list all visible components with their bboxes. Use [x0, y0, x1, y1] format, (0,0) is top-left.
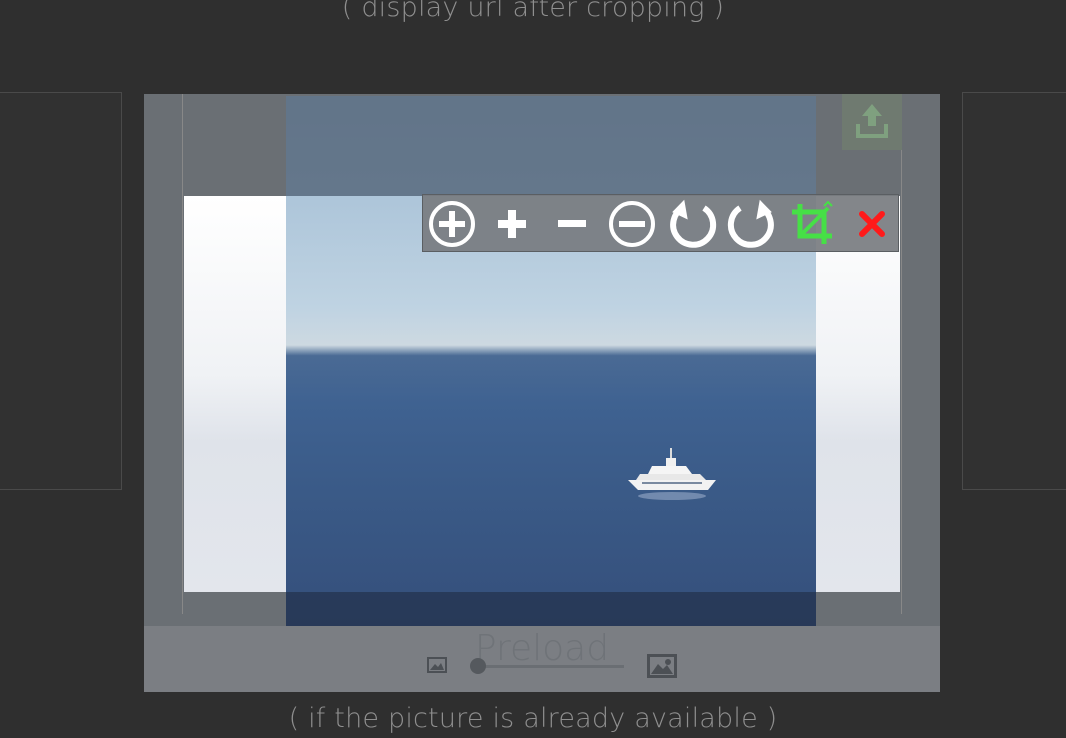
zoom-slider-track[interactable] — [474, 665, 624, 668]
image-cropper-modal: Preload — [144, 94, 940, 692]
rotate-left-button[interactable] — [663, 195, 721, 253]
rotate-right-button[interactable] — [723, 195, 781, 253]
caption-display-url: ( display url after cropping ) — [341, 0, 725, 23]
upload-button[interactable] — [842, 94, 902, 150]
zoom-out-button[interactable] — [603, 195, 661, 253]
zoom-slider-handle[interactable] — [470, 658, 486, 674]
crop-button[interactable] — [783, 195, 841, 253]
crop-confirm-icon — [792, 200, 833, 244]
zoom-in-circle-icon — [429, 201, 475, 247]
rotate-right-icon — [727, 199, 774, 248]
minus-button[interactable] — [543, 195, 601, 253]
minus-icon — [558, 220, 586, 227]
right-panel — [962, 92, 1066, 490]
rotate-left-icon — [670, 199, 717, 248]
crop-mask-top — [286, 96, 816, 196]
cropper-toolbar — [422, 194, 899, 252]
large-image-icon[interactable] — [647, 654, 677, 678]
zoom-out-circle-icon — [609, 201, 655, 247]
plus-button[interactable] — [483, 195, 541, 253]
left-panel — [0, 92, 122, 490]
preload-label: Preload — [474, 628, 610, 669]
plus-icon — [498, 210, 526, 238]
close-icon — [859, 211, 885, 237]
crop-mask-bottom — [286, 592, 816, 626]
yacht-image — [628, 448, 716, 500]
upload-icon — [856, 104, 888, 138]
small-image-icon[interactable] — [427, 657, 447, 673]
zoom-in-button[interactable] — [423, 195, 481, 253]
close-button[interactable] — [843, 195, 901, 253]
caption-preload-hint: ( if the picture is already available ) — [288, 703, 778, 734]
preload-bar: Preload — [144, 626, 940, 692]
